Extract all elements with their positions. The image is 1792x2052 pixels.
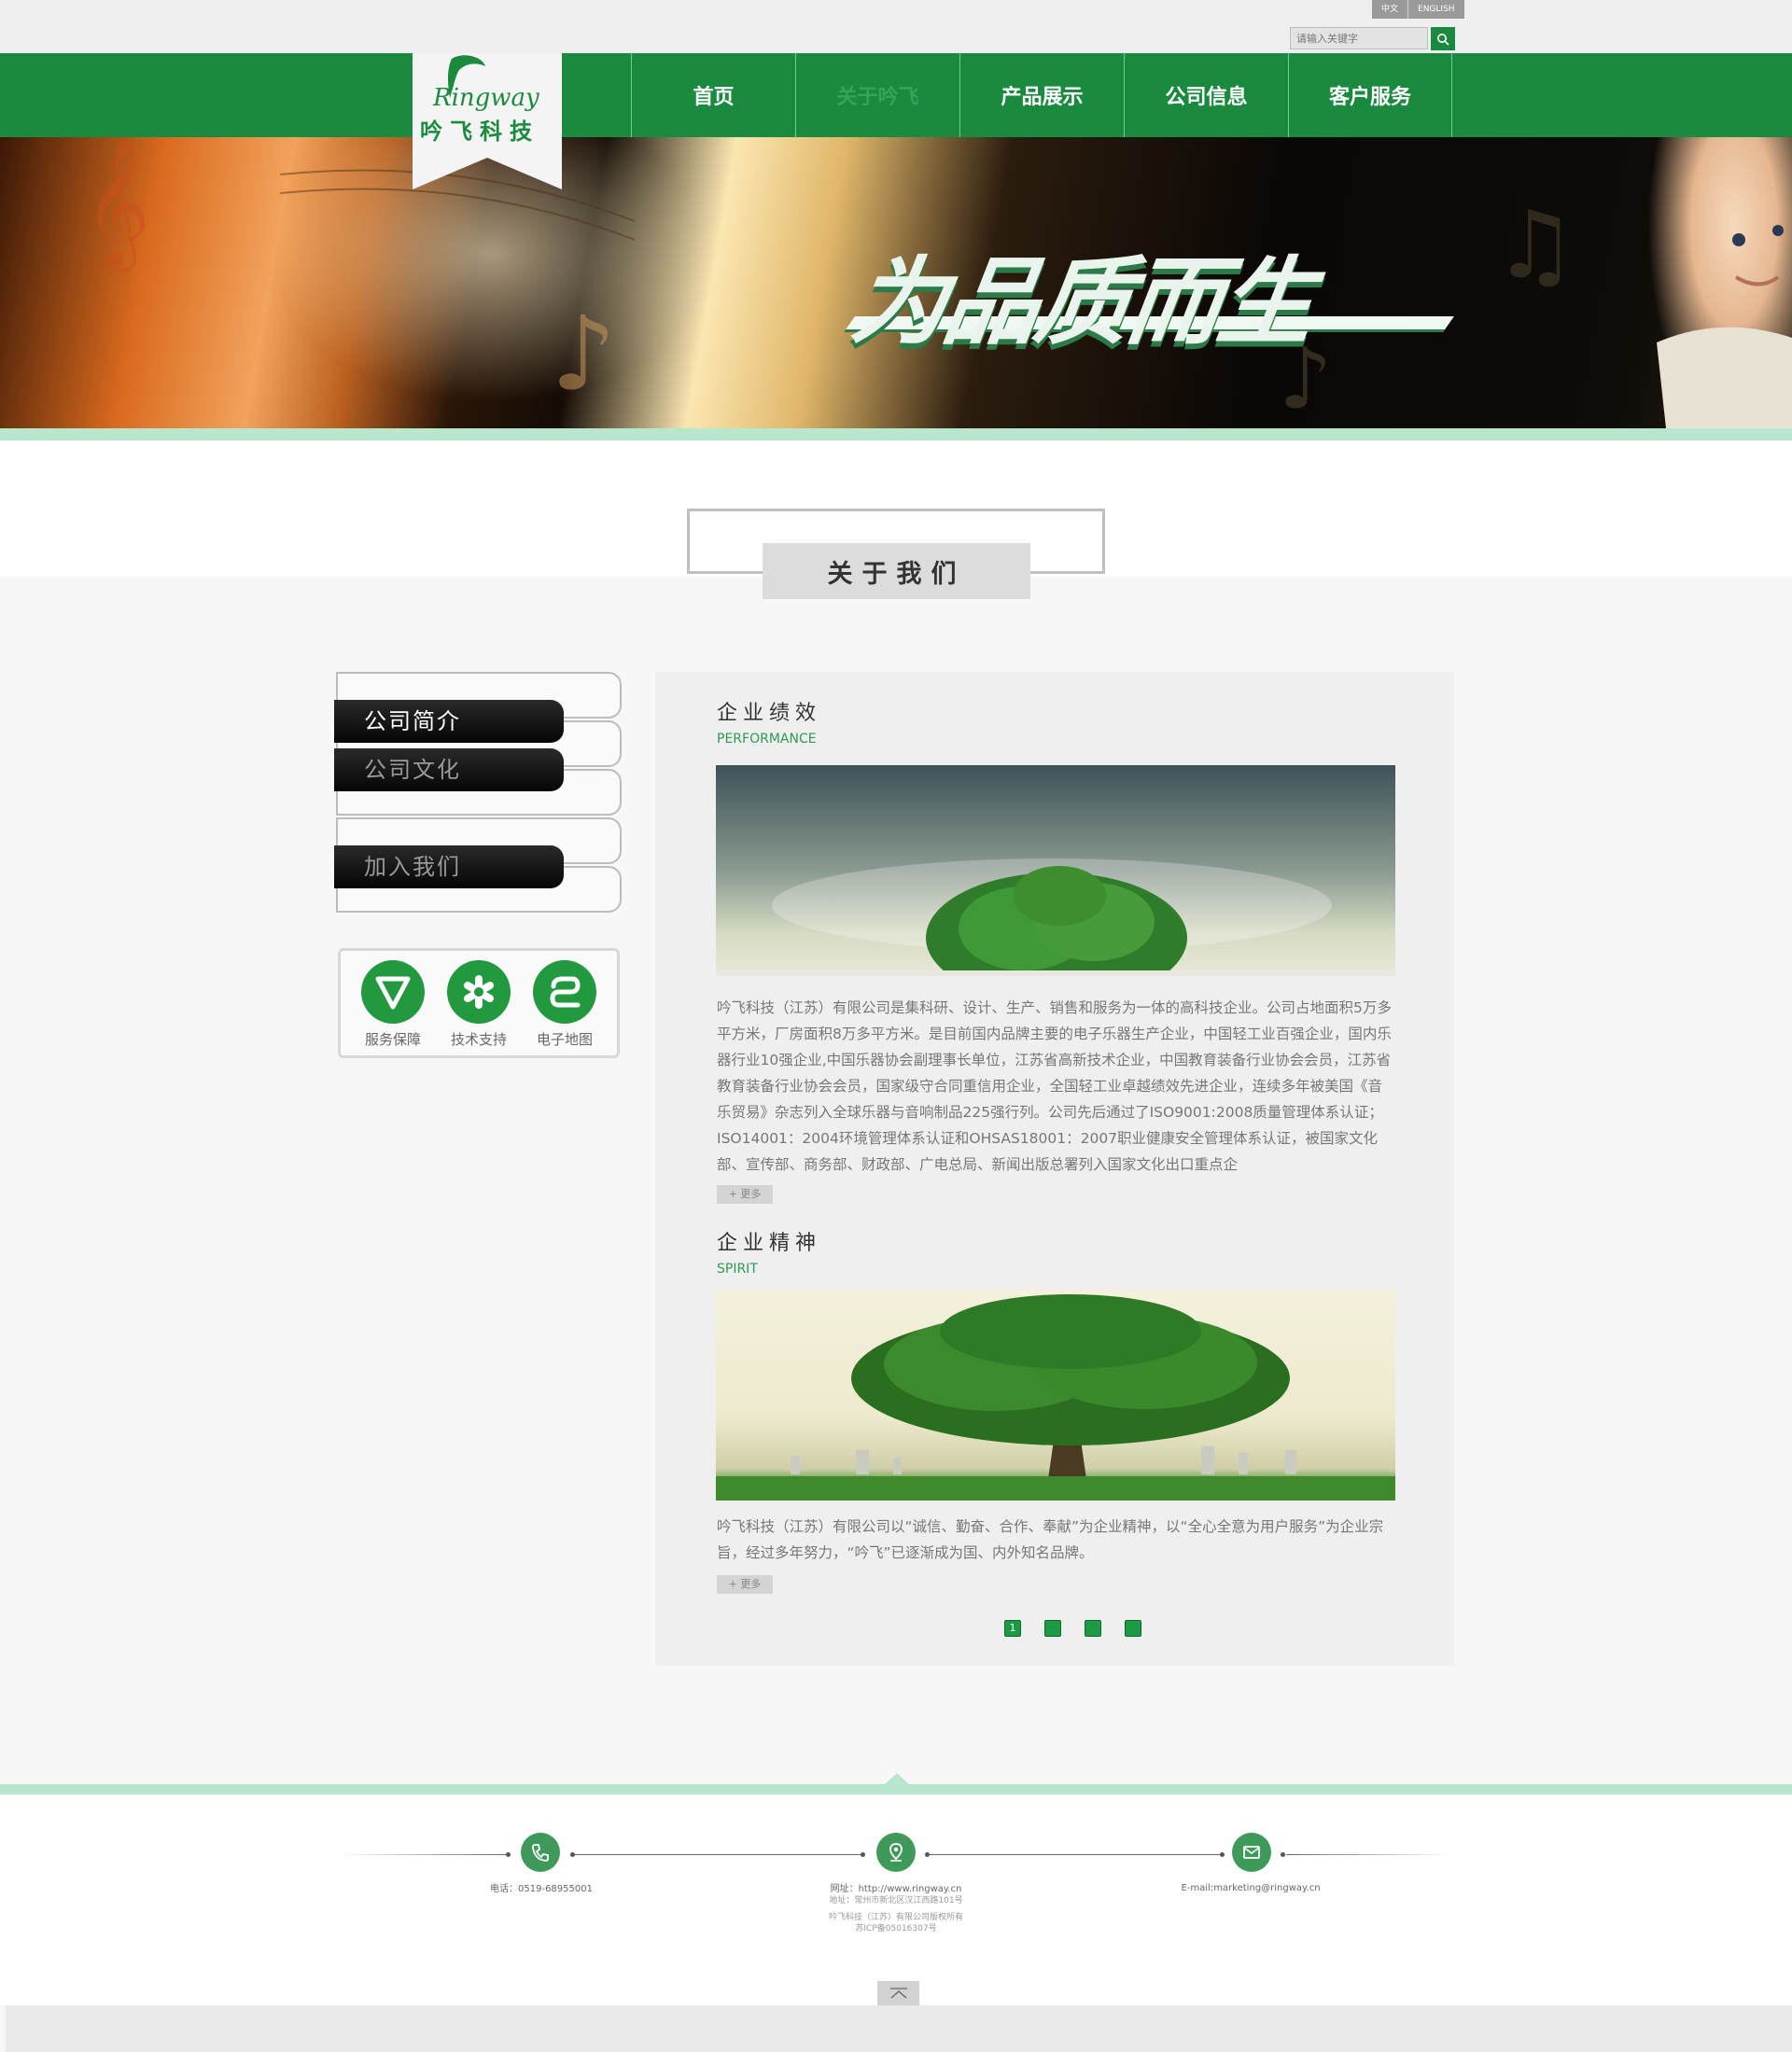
sidebar-menu: 公司简介 公司文化 加入我们 [334,672,623,916]
mail-icon [1232,1833,1271,1872]
footer-divider-arrow [885,1773,909,1784]
v-check-icon [361,960,425,1024]
spirit-text: 吟飞科技（江苏）有限公司以“诚信、勤奋、合作、奉献”为企业精神，以“全心全意为用… [717,1518,1384,1561]
sidebar-item-profile[interactable]: 公司简介 [334,700,564,743]
spirit-title: 企业精神 [717,1232,822,1255]
page-4-button[interactable] [1125,1620,1141,1637]
phone-icon [521,1833,560,1872]
location-pin-icon [876,1833,916,1872]
search-input[interactable] [1290,27,1428,49]
service-tech-support[interactable]: 技术支持 [441,960,516,1055]
logo-name: 吟飞科技 [420,119,539,145]
page-3-button[interactable] [1085,1620,1101,1637]
performance-more-button[interactable]: + 更多 [717,1185,773,1204]
banner-slogan: 为品质而生 [845,247,1319,358]
chevron-up-icon [889,1988,907,1999]
back-to-top-button[interactable] [877,1981,919,2005]
service-links: 服务保障 技术支持 电子地图 [338,948,620,1058]
content-panel: 企业绩效 PERFORMANCE 吟飞科技（江苏）有限公司是集科研、设计、生产、… [655,672,1454,1666]
logo[interactable]: Ringway 吟飞科技 [413,53,562,189]
svg-text:♪: ♪ [551,294,616,413]
hero-banner: 𝄞 ♪ ♪ ♫ 为品质而生 [0,137,1792,428]
lang-english[interactable]: ENGLISH [1408,0,1464,19]
search-icon [1437,33,1449,46]
search-button[interactable] [1431,27,1455,50]
footer-phone: 电话：0519-68955001 [490,1884,593,1894]
nav-customer-service[interactable]: 客户服务 [1288,53,1452,137]
tree-sky-photo [716,765,1395,976]
svg-text:𝄞: 𝄞 [84,137,150,272]
logo-script: Ringway [432,84,539,112]
spirit-more-button[interactable]: + 更多 [717,1575,773,1594]
top-bar [0,0,1792,53]
nav-about[interactable]: 关于吟飞 [795,53,959,137]
lang-chinese[interactable]: 中文 [1372,0,1409,19]
sidebar-item-join-us[interactable]: 加入我们 [334,845,564,888]
page-1-button[interactable]: 1 [1004,1620,1021,1637]
language-switcher: 中文 ENGLISH [1372,0,1464,19]
service-map[interactable]: 电子地图 [527,960,602,1055]
page-2-button[interactable] [1044,1620,1061,1637]
pagination: 1 [1004,1620,1141,1637]
svg-text:♫: ♫ [1493,190,1577,300]
footer-address: 地址：常州市新北区汉江西路101号 [829,1896,963,1905]
divider-strip [0,428,1792,440]
footer-email[interactable]: E-mail:marketing@ringway.cn [1157,1882,1344,1895]
spirit-subtitle: SPIRIT [717,1262,758,1277]
nav-products[interactable]: 产品展示 [959,53,1124,137]
nav-company-info[interactable]: 公司信息 [1124,53,1288,137]
performance-title: 企业绩效 [717,702,822,725]
performance-text: 吟飞科技（江苏）有限公司是集科研、设计、生产、销售和服务为一体的高科技企业。公司… [717,999,1392,1173]
footer-icp[interactable]: 苏ICP备05016307号 [803,1922,989,1935]
child-photo [1647,137,1792,428]
bottom-bar [6,2005,1792,2052]
service-guarantee[interactable]: 服务保障 [356,960,430,1055]
big-tree-city-photo [716,1290,1395,1501]
route-icon [533,960,596,1024]
section-title: 关于我们 [763,543,1030,599]
nav-home[interactable]: 首页 [631,53,795,137]
sidebar-item-culture[interactable]: 公司文化 [334,748,564,791]
performance-subtitle: PERFORMANCE [717,732,817,747]
gear-star-icon [447,960,511,1024]
main-nav: 首页 关于吟飞 产品展示 公司信息 客户服务 [631,53,1452,137]
footer-divider-strip [0,1784,1792,1794]
